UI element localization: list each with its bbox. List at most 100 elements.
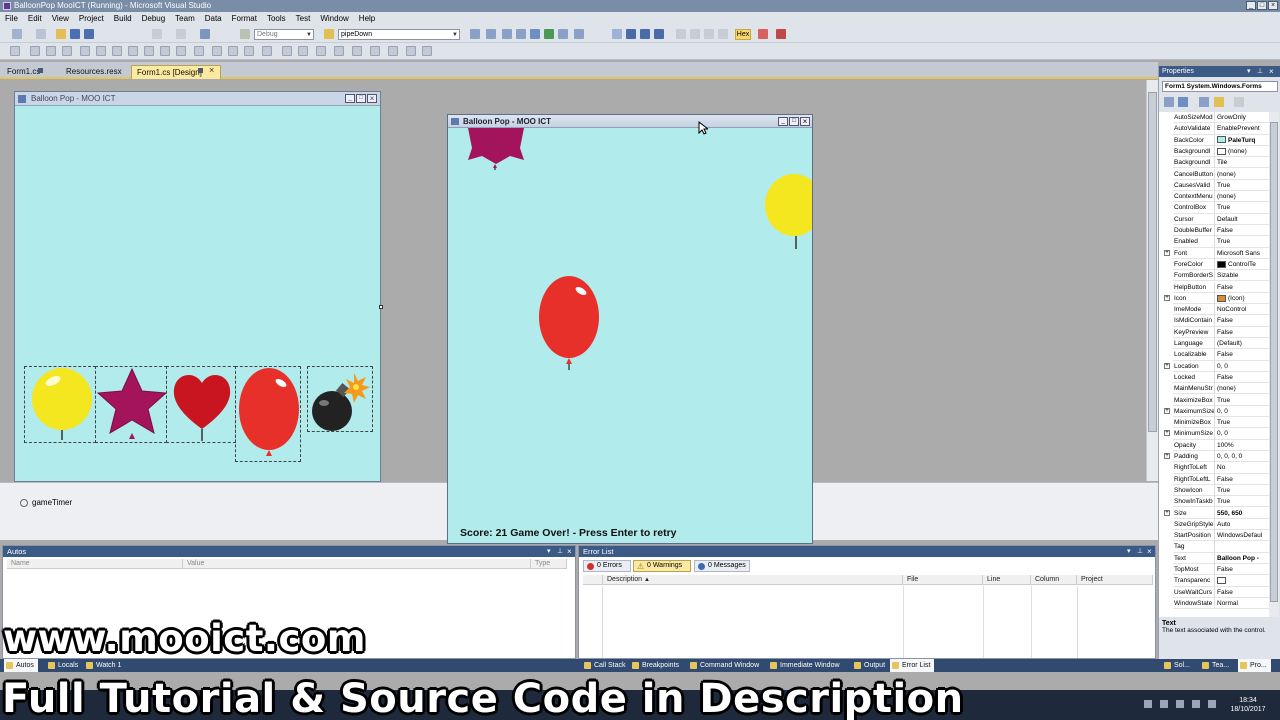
menu-item-tools[interactable]: Tools [262,12,291,26]
layout-align-icon[interactable] [422,46,432,56]
stop-debugging-icon[interactable] [640,29,650,39]
tab-command-window[interactable]: Command Window [688,659,763,672]
property-row[interactable]: + Font Microsoft Sans [1164,247,1279,259]
autos-col-name[interactable]: Name [7,559,183,569]
layout-align-icon[interactable] [316,46,326,56]
property-row[interactable]: ContextMenu (none) [1173,191,1279,203]
save-all-icon[interactable] [84,29,94,39]
property-row[interactable]: StartPosition WindowsDefaul [1173,530,1279,542]
picturebox-yellow-balloon[interactable] [24,366,96,443]
menu-item-file[interactable]: File [0,12,23,26]
pin-icon[interactable] [38,68,43,73]
property-row[interactable]: SizeGripStyle Auto [1173,518,1279,531]
property-row[interactable]: ForeColor ControlTe [1173,258,1279,271]
property-row[interactable]: Localizable False [1173,349,1279,361]
tab-solution-explorer[interactable]: Sol... [1162,659,1194,672]
red-balloon[interactable] [536,275,602,373]
layout-align-icon[interactable] [46,46,56,56]
hex-toggle-button[interactable]: Hex [735,29,751,40]
chevron-down-icon[interactable]: ▾ [1247,66,1251,77]
tab-locals[interactable]: Locals [46,659,82,672]
property-pages-icon[interactable] [1234,97,1244,107]
restore-icon[interactable]: □ [1257,1,1267,10]
pink-star-balloon[interactable] [466,128,526,170]
start-page-icon[interactable] [558,29,568,39]
categorized-icon[interactable] [1164,97,1174,107]
flag-icon[interactable] [1208,700,1216,708]
redo-icon[interactable] [176,29,186,39]
tab-resources-resx[interactable]: Resources.resx [61,65,127,79]
property-row[interactable]: RightToLeft No [1173,462,1279,474]
pin-icon[interactable]: ⊥ [557,546,563,557]
close-icon[interactable]: × [1269,66,1274,77]
picturebox-pink-star[interactable] [95,366,168,443]
undo-icon[interactable] [152,29,162,39]
layout-align-icon[interactable] [128,46,138,56]
navigate-back-icon[interactable] [200,29,210,39]
layout-align-icon[interactable] [176,46,186,56]
layout-align-icon[interactable] [406,46,416,56]
autos-col-type[interactable]: Type [531,559,567,569]
property-row[interactable]: + Padding 0, 0, 0, 0 [1164,451,1279,463]
layout-align-icon[interactable] [244,46,254,56]
property-row[interactable]: + Size 550, 650 [1164,507,1279,519]
breakpoints-icon[interactable] [758,29,768,39]
chevron-down-icon[interactable]: ▾ [547,546,551,557]
expand-icon[interactable]: + [1164,294,1170,301]
property-row[interactable]: ImeMode NoControl [1173,304,1279,316]
property-row[interactable]: + MinimumSize 0, 0 [1164,428,1279,440]
minimize-icon[interactable]: _ [1246,1,1256,10]
tab-form1-design[interactable]: Form1.cs [Design] [131,65,221,79]
property-row[interactable]: BackColor PaleTurq [1173,134,1279,146]
close-icon[interactable]: × [1147,546,1152,557]
game-window[interactable]: Balloon Pop - MOO ICT _ □ × Score: 21 Ga… [447,114,813,544]
errors-col-icon[interactable] [583,575,603,585]
save-icon[interactable] [70,29,80,39]
continue-icon[interactable] [612,29,622,39]
layout-align-icon[interactable] [194,46,204,56]
picturebox-bomb[interactable] [307,366,373,432]
scroll-thumb[interactable] [1270,122,1278,602]
property-row[interactable]: Enabled True [1173,236,1279,248]
window-list-icon[interactable] [574,29,584,39]
layout-align-icon[interactable] [96,46,106,56]
layout-align-icon[interactable] [370,46,380,56]
property-row[interactable]: MainMenuStr (none) [1173,383,1279,395]
menu-item-test[interactable]: Test [291,12,316,26]
menu-item-build[interactable]: Build [109,12,137,26]
property-row[interactable]: Language (Default) [1173,338,1279,350]
property-row[interactable]: ControlBox True [1173,202,1279,214]
warnings-filter-button[interactable]: ⚠ 0 Warnings [633,560,691,572]
layout-align-icon[interactable] [80,46,90,56]
close-icon[interactable]: × [567,546,572,557]
layout-align-icon[interactable] [160,46,170,56]
expand-icon[interactable]: + [1164,509,1170,516]
tab-output[interactable]: Output [852,659,889,672]
network-icon[interactable] [1160,700,1168,708]
minimize-icon[interactable]: _ [778,117,788,126]
errors-col-line[interactable]: Line [983,575,1031,585]
layout-align-icon[interactable] [144,46,154,56]
layout-align-icon[interactable] [388,46,398,56]
expand-icon[interactable]: + [1164,453,1170,459]
errors-col-project[interactable]: Project [1077,575,1153,585]
tab-watch-1[interactable]: Watch 1 [84,659,125,672]
break-all-icon[interactable] [626,29,636,39]
server-explorer-icon[interactable] [544,29,554,39]
step-out-icon[interactable] [704,29,714,39]
battery-icon[interactable] [1192,700,1200,708]
layout-align-icon[interactable] [62,46,72,56]
picturebox-red-heart[interactable] [166,366,236,443]
add-item-icon[interactable] [36,29,46,39]
tab-call-stack[interactable]: Call Stack [582,659,630,672]
game-timer-component[interactable]: gameTimer [32,498,72,507]
property-row[interactable]: CancelButton (none) [1173,168,1279,180]
layout-align-icon[interactable] [282,46,292,56]
start-icon[interactable] [240,29,250,39]
chevron-down-icon[interactable]: ▾ [1127,546,1131,557]
close-tab-icon[interactable]: × [209,65,214,75]
menu-item-project[interactable]: Project [74,12,109,26]
designer-form[interactable]: Balloon Pop - MOO ICT _ □ × [14,91,381,482]
errors-filter-button[interactable]: 0 Errors [583,560,631,572]
expand-icon[interactable]: + [1164,362,1170,369]
